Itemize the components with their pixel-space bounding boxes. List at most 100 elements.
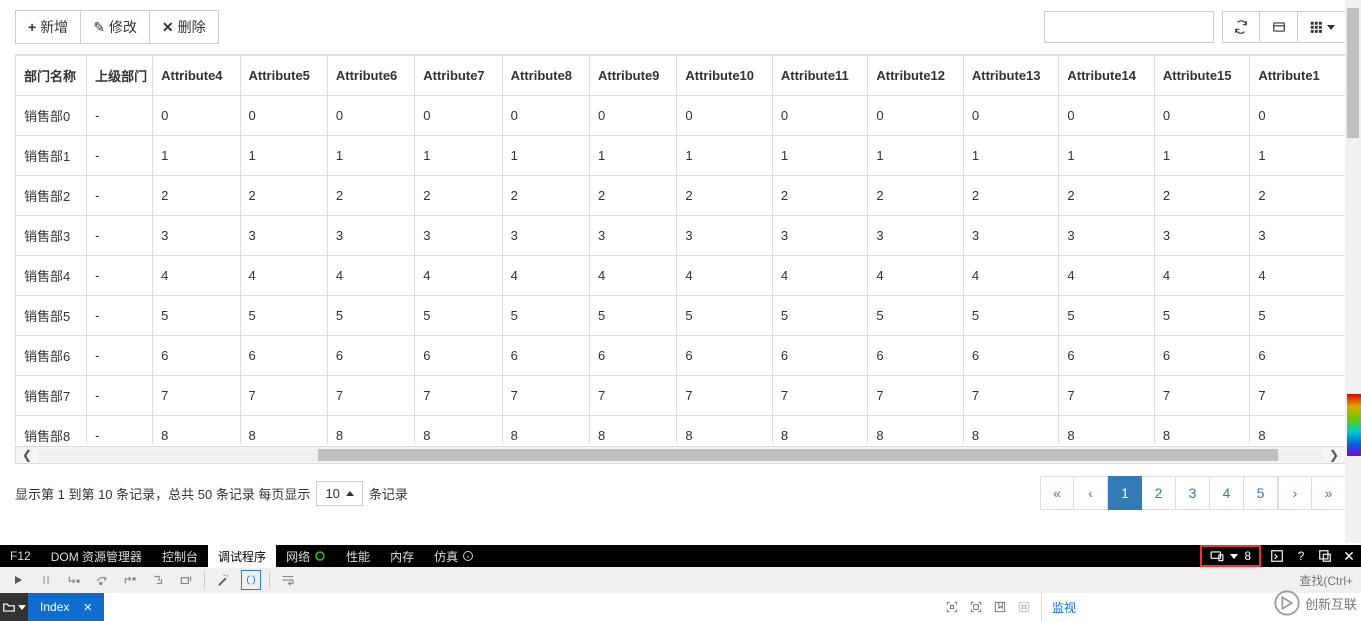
file-tabs-control[interactable] xyxy=(0,593,28,621)
add-button[interactable]: + 新增 xyxy=(15,10,81,44)
edit-button[interactable]: ✎ 修改 xyxy=(81,10,150,44)
col-header[interactable]: Attribute8 xyxy=(502,56,589,96)
toggle-view-button[interactable] xyxy=(1260,11,1298,43)
col-header[interactable]: Attribute5 xyxy=(240,56,327,96)
cell-attr: 5 xyxy=(1250,296,1346,336)
cell-attr: 2 xyxy=(415,176,502,216)
cell-parent: - xyxy=(87,216,153,256)
table-row[interactable]: 销售部1-1111111111111 xyxy=(16,136,1346,176)
col-header[interactable]: Attribute4 xyxy=(153,56,240,96)
table-row[interactable]: 销售部4-4444444444444 xyxy=(16,256,1346,296)
device-count-box[interactable]: 8 xyxy=(1200,545,1261,567)
console-toggle-icon[interactable] xyxy=(1265,547,1289,565)
console-tab[interactable]: 控制台 xyxy=(152,545,208,568)
cell-attr: 8 xyxy=(677,416,773,445)
page-next[interactable]: › xyxy=(1278,476,1312,510)
cell-attr: 7 xyxy=(240,376,327,416)
continue-icon[interactable] xyxy=(8,570,28,590)
page-first[interactable]: « xyxy=(1040,476,1074,510)
cell-attr: 8 xyxy=(868,416,964,445)
col-header[interactable]: Attribute14 xyxy=(1059,56,1155,96)
cell-attr: 4 xyxy=(963,256,1059,296)
wand-icon[interactable] xyxy=(213,570,233,590)
f12-tab[interactable]: F12 xyxy=(0,546,41,566)
pause-icon[interactable] xyxy=(36,570,56,590)
cell-attr: 6 xyxy=(868,336,964,376)
bracket-icon[interactable] xyxy=(241,570,261,590)
table-row[interactable]: 销售部7-7777777777777 xyxy=(16,376,1346,416)
break-exception-icon[interactable] xyxy=(176,570,196,590)
page-prev[interactable]: ‹ xyxy=(1074,476,1108,510)
cell-attr: 6 xyxy=(1154,336,1250,376)
cell-attr: 4 xyxy=(415,256,502,296)
perf-tab[interactable]: 性能 xyxy=(336,545,380,568)
horizontal-scrollbar[interactable]: ❮ ❯ xyxy=(15,446,1346,464)
col-header[interactable]: Attribute1 xyxy=(1250,56,1346,96)
col-header[interactable]: Attribute11 xyxy=(772,56,868,96)
col-header[interactable]: 上级部门 xyxy=(87,56,153,96)
step-over-icon[interactable] xyxy=(92,570,112,590)
table-row[interactable]: 销售部5-5555555555555 xyxy=(16,296,1346,336)
expand-out-icon[interactable] xyxy=(969,600,983,614)
cell-attr: 2 xyxy=(677,176,773,216)
hash-icon[interactable] xyxy=(1017,600,1031,614)
find-placeholder[interactable]: 查找(Ctrl+ xyxy=(1299,572,1353,589)
vertical-scrollbar[interactable] xyxy=(1345,0,1361,543)
col-header[interactable]: Attribute13 xyxy=(963,56,1059,96)
table-row[interactable]: 销售部6-6666666666666 xyxy=(16,336,1346,376)
col-header[interactable]: Attribute9 xyxy=(590,56,677,96)
step-out-icon[interactable] xyxy=(120,570,140,590)
delete-button[interactable]: ✕ 删除 xyxy=(150,10,219,44)
table-row[interactable]: 销售部8-8888888888888 xyxy=(16,416,1346,445)
cell-name: 销售部2 xyxy=(16,176,87,216)
help-icon[interactable]: ? xyxy=(1289,547,1313,565)
vertical-scroll-thumb[interactable] xyxy=(1347,8,1359,138)
word-wrap-icon[interactable] xyxy=(278,570,298,590)
table-row[interactable]: 销售部0-0000000000000 xyxy=(16,96,1346,136)
step-into-icon[interactable] xyxy=(64,570,84,590)
cell-attr: 7 xyxy=(502,376,589,416)
memory-tab[interactable]: 内存 xyxy=(380,545,424,568)
cell-attr: 2 xyxy=(502,176,589,216)
bookmark-icon[interactable] xyxy=(993,600,1007,614)
col-header[interactable]: Attribute12 xyxy=(868,56,964,96)
refresh-button[interactable] xyxy=(1222,11,1260,43)
cell-attr: 2 xyxy=(1250,176,1346,216)
scroll-left-arrow[interactable]: ❮ xyxy=(16,448,38,462)
page-last[interactable]: » xyxy=(1312,476,1346,510)
cell-attr: 3 xyxy=(153,216,240,256)
cell-attr: 0 xyxy=(1250,96,1346,136)
page-number[interactable]: 4 xyxy=(1210,476,1244,510)
scroll-thumb[interactable] xyxy=(318,449,1278,461)
search-input[interactable] xyxy=(1044,11,1214,43)
close-tab-icon[interactable]: × xyxy=(83,599,92,616)
file-tab-index[interactable]: Index × xyxy=(28,593,104,621)
col-header[interactable]: Attribute7 xyxy=(415,56,502,96)
cell-attr: 6 xyxy=(502,336,589,376)
scroll-track[interactable] xyxy=(38,449,1323,461)
page-number[interactable]: 1 xyxy=(1108,476,1142,510)
col-header[interactable]: 部门名称 xyxy=(16,56,87,96)
col-header[interactable]: Attribute6 xyxy=(327,56,414,96)
collapse-in-icon[interactable] xyxy=(945,600,959,614)
debugger-tab[interactable]: 调试程序 xyxy=(208,545,276,568)
break-new-worker-icon[interactable] xyxy=(148,570,168,590)
table-row[interactable]: 销售部3-3333333333333 xyxy=(16,216,1346,256)
emulation-tab[interactable]: 仿真 xyxy=(424,545,484,568)
col-header[interactable]: Attribute10 xyxy=(677,56,773,96)
page-number[interactable]: 5 xyxy=(1244,476,1278,510)
page-number[interactable]: 2 xyxy=(1142,476,1176,510)
scroll-right-arrow[interactable]: ❯ xyxy=(1323,448,1345,462)
cell-attr: 8 xyxy=(502,416,589,445)
dom-tab[interactable]: DOM 资源管理器 xyxy=(41,545,152,568)
page-size-select[interactable]: 10 xyxy=(316,481,362,506)
cell-attr: 6 xyxy=(327,336,414,376)
network-tab[interactable]: 网络 xyxy=(276,545,336,568)
columns-button[interactable] xyxy=(1298,11,1346,43)
table-row[interactable]: 销售部2-2222222222222 xyxy=(16,176,1346,216)
cell-attr: 8 xyxy=(240,416,327,445)
page-number[interactable]: 3 xyxy=(1176,476,1210,510)
close-devtools-icon[interactable]: ✕ xyxy=(1337,547,1361,565)
undock-icon[interactable] xyxy=(1313,547,1337,565)
col-header[interactable]: Attribute15 xyxy=(1154,56,1250,96)
